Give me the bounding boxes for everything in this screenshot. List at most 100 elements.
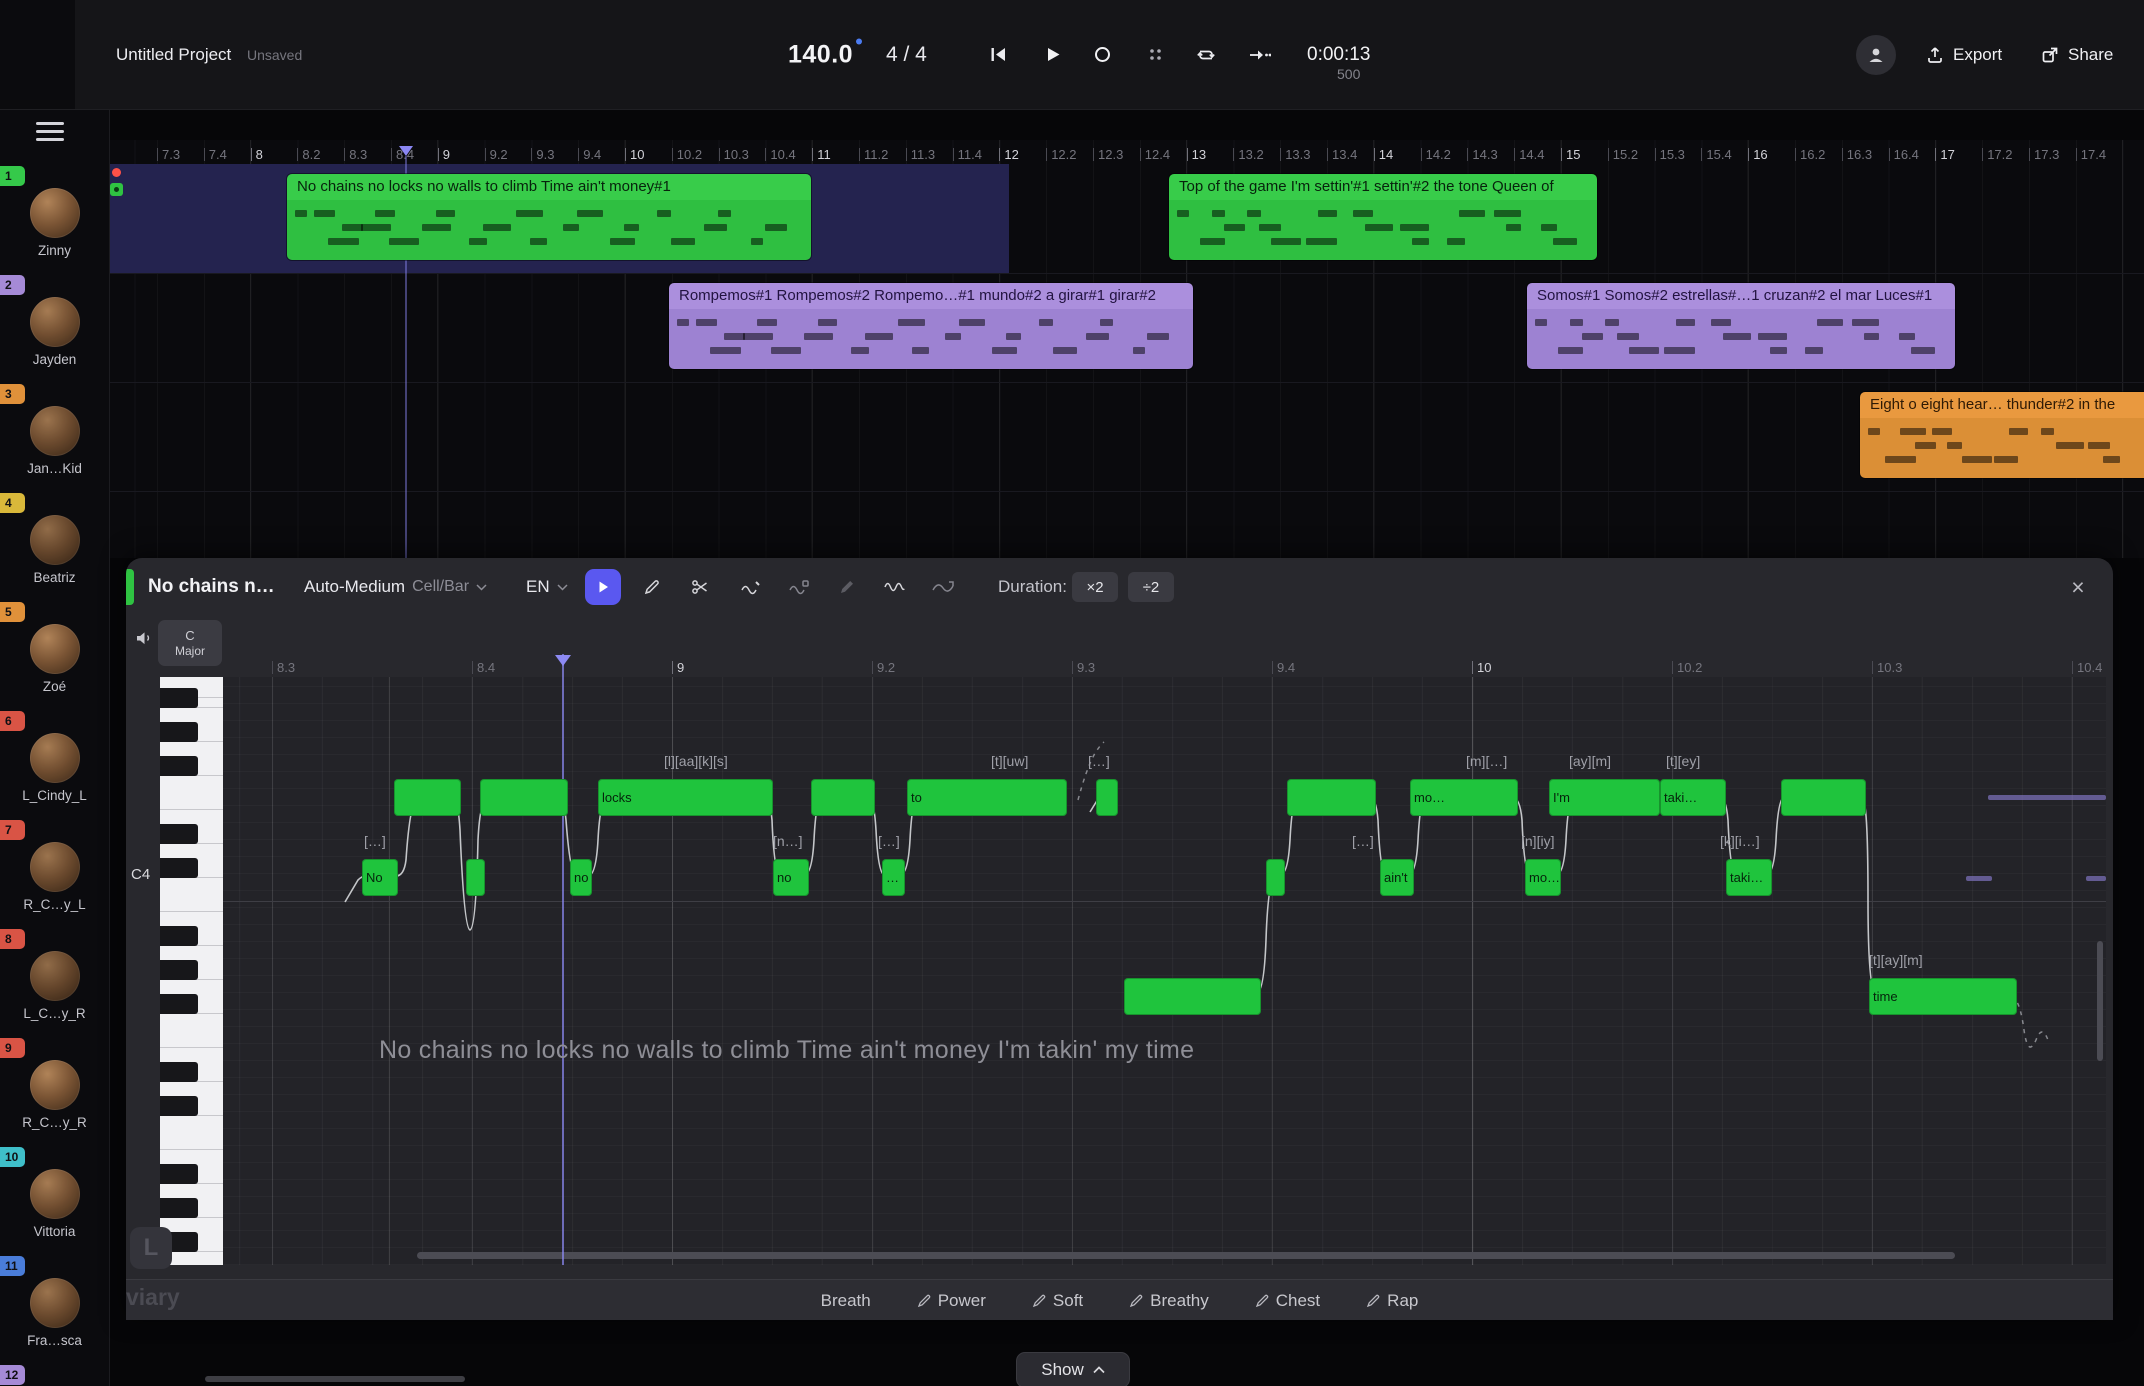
style-chip-breath[interactable]: Breath: [821, 1291, 871, 1311]
timeline-tick[interactable]: 13.3: [1280, 148, 1310, 161]
editor-ruler-tick[interactable]: 10: [1472, 661, 1491, 674]
timeline-tick[interactable]: 8.3: [344, 148, 367, 161]
track-item-Jayden[interactable]: 2Jayden: [0, 273, 109, 383]
timeline-tick[interactable]: 10.4: [765, 148, 795, 161]
track-item-R_C…y_R[interactable]: 9R_C…y_R: [0, 1036, 109, 1146]
black-key[interactable]: [160, 756, 198, 776]
black-key[interactable]: [160, 858, 198, 878]
scissors-tool-button[interactable]: [684, 571, 716, 603]
track-item-R_C…y_L[interactable]: 7R_C…y_L: [0, 818, 109, 928]
timeline-tick[interactable]: 11.2: [859, 148, 888, 161]
track-item-L_C…y_R[interactable]: 8L_C…y_R: [0, 927, 109, 1037]
black-key[interactable]: [160, 926, 198, 946]
time-signature[interactable]: 4 / 4: [886, 43, 927, 67]
timeline-tick[interactable]: 10.3: [719, 148, 749, 161]
style-chip-rap[interactable]: Rap: [1366, 1291, 1418, 1311]
preview-speaker-button[interactable]: [134, 628, 154, 653]
timeline-tick[interactable]: 16: [1748, 148, 1767, 161]
timeline-tick[interactable]: 13.4: [1327, 148, 1357, 161]
timeline-tick[interactable]: 8: [251, 148, 263, 161]
timeline-tick[interactable]: 16.3: [1842, 148, 1872, 161]
timeline-tick[interactable]: 15: [1561, 148, 1580, 161]
timeline-tick[interactable]: 12.4: [1140, 148, 1170, 161]
timeline-tick[interactable]: 17.2: [1982, 148, 2012, 161]
record-button[interactable]: [1085, 38, 1119, 72]
timeline-tick[interactable]: 11.4: [953, 148, 982, 161]
track-item-L_Cindy_L[interactable]: 6L_Cindy_L: [0, 709, 109, 819]
editor-ruler-tick[interactable]: 9.2: [872, 661, 895, 674]
pitch-pen-tool-button[interactable]: [735, 571, 767, 603]
follow-playhead-button[interactable]: [1242, 38, 1276, 72]
timeline-tick[interactable]: 13.2: [1233, 148, 1263, 161]
timeline-tick[interactable]: 9.4: [578, 148, 601, 161]
timeline-tick[interactable]: 7.3: [157, 148, 180, 161]
share-button[interactable]: Share: [2040, 45, 2113, 65]
timeline-tick[interactable]: 12: [999, 148, 1018, 161]
black-key[interactable]: [160, 688, 198, 708]
editor-ruler-tick[interactable]: 9.4: [1272, 661, 1295, 674]
timeline-tick[interactable]: 15.3: [1655, 148, 1685, 161]
black-key[interactable]: [160, 722, 198, 742]
editor-play-button[interactable]: [585, 569, 621, 605]
loop-button[interactable]: [1189, 38, 1223, 72]
timeline-tick[interactable]: 14.2: [1421, 148, 1451, 161]
track1-record-indicator[interactable]: [112, 168, 121, 177]
black-key[interactable]: [160, 1232, 198, 1252]
timeline-tick[interactable]: 9.3: [531, 148, 554, 161]
show-panel-button[interactable]: Show: [1016, 1352, 1130, 1386]
timeline-tick[interactable]: 10: [625, 148, 644, 161]
black-key[interactable]: [160, 1062, 198, 1082]
style-chip-power[interactable]: Power: [917, 1291, 986, 1311]
pencil-tool-button[interactable]: [636, 571, 668, 603]
timeline-tick[interactable]: 13: [1187, 148, 1206, 161]
close-editor-button[interactable]: ×: [2062, 571, 2094, 603]
timeline-tick[interactable]: 12.2: [1046, 148, 1076, 161]
timeline-tick[interactable]: 14: [1374, 148, 1393, 161]
timeline-tick[interactable]: 9.2: [485, 148, 508, 161]
timeline-tick[interactable]: 9: [438, 148, 450, 161]
editor-ruler-tick[interactable]: 10.4: [2072, 661, 2102, 674]
timeline-tick[interactable]: 15.4: [1701, 148, 1731, 161]
track-item-Jan…Kid[interactable]: 3Jan…Kid: [0, 382, 109, 492]
editor-ruler-tick[interactable]: 9: [672, 661, 684, 674]
timeline-tick[interactable]: 17.4: [2076, 148, 2106, 161]
style-chip-breathy[interactable]: Breathy: [1129, 1291, 1209, 1311]
piano-keyboard[interactable]: [160, 677, 223, 1265]
style-chip-soft[interactable]: Soft: [1032, 1291, 1083, 1311]
black-key[interactable]: [160, 824, 198, 844]
phoneme-mode-select[interactable]: Auto-Medium Cell/Bar: [304, 558, 487, 616]
style-chip-chest[interactable]: Chest: [1255, 1291, 1320, 1311]
editor-ruler-tick[interactable]: 10.2: [1672, 661, 1702, 674]
editor-ruler-tick[interactable]: 8.3: [272, 661, 295, 674]
vibrato-adjust-tool-button[interactable]: [927, 571, 959, 603]
editor-vertical-scrollbar[interactable]: [2097, 941, 2103, 1061]
black-key[interactable]: [160, 1198, 198, 1218]
language-select[interactable]: EN: [526, 558, 568, 616]
export-button[interactable]: Export: [1925, 45, 2002, 65]
timeline-tick[interactable]: 11.3: [906, 148, 935, 161]
track-item-Zoé[interactable]: 5Zoé: [0, 600, 109, 710]
grid-view-button[interactable]: [1138, 38, 1172, 72]
project-title[interactable]: Untitled Project: [116, 45, 231, 65]
track-item-12[interactable]: 12: [0, 1363, 109, 1386]
black-key[interactable]: [160, 1096, 198, 1116]
duration-halve-button[interactable]: ÷2: [1128, 572, 1174, 602]
track1-arm-badge[interactable]: [110, 183, 123, 196]
pitch-brush-tool-button[interactable]: [831, 571, 863, 603]
account-avatar[interactable]: [1856, 35, 1896, 75]
timeline-tick[interactable]: 16.4: [1889, 148, 1919, 161]
timeline-tick[interactable]: 7.4: [204, 148, 227, 161]
timeline-tick[interactable]: 15.2: [1608, 148, 1638, 161]
editor-ruler[interactable]: 8.38.499.29.39.41010.210.310.4: [126, 654, 2113, 677]
editor-ruler-tick[interactable]: 10.3: [1872, 661, 1902, 674]
page-horizontal-scrollbar[interactable]: [205, 1376, 465, 1382]
timeline-tick[interactable]: 11: [812, 148, 831, 161]
track-item-Fra…sca[interactable]: 11Fra…sca: [0, 1254, 109, 1364]
menu-button[interactable]: [36, 122, 64, 144]
duration-double-button[interactable]: ×2: [1072, 572, 1118, 602]
timeline-playhead[interactable]: [399, 146, 413, 156]
timeline-tick[interactable]: 16.2: [1795, 148, 1825, 161]
timeline-tick[interactable]: 14.4: [1514, 148, 1544, 161]
timeline-tick[interactable]: 8.2: [297, 148, 320, 161]
timeline-tick[interactable]: 12.3: [1093, 148, 1123, 161]
